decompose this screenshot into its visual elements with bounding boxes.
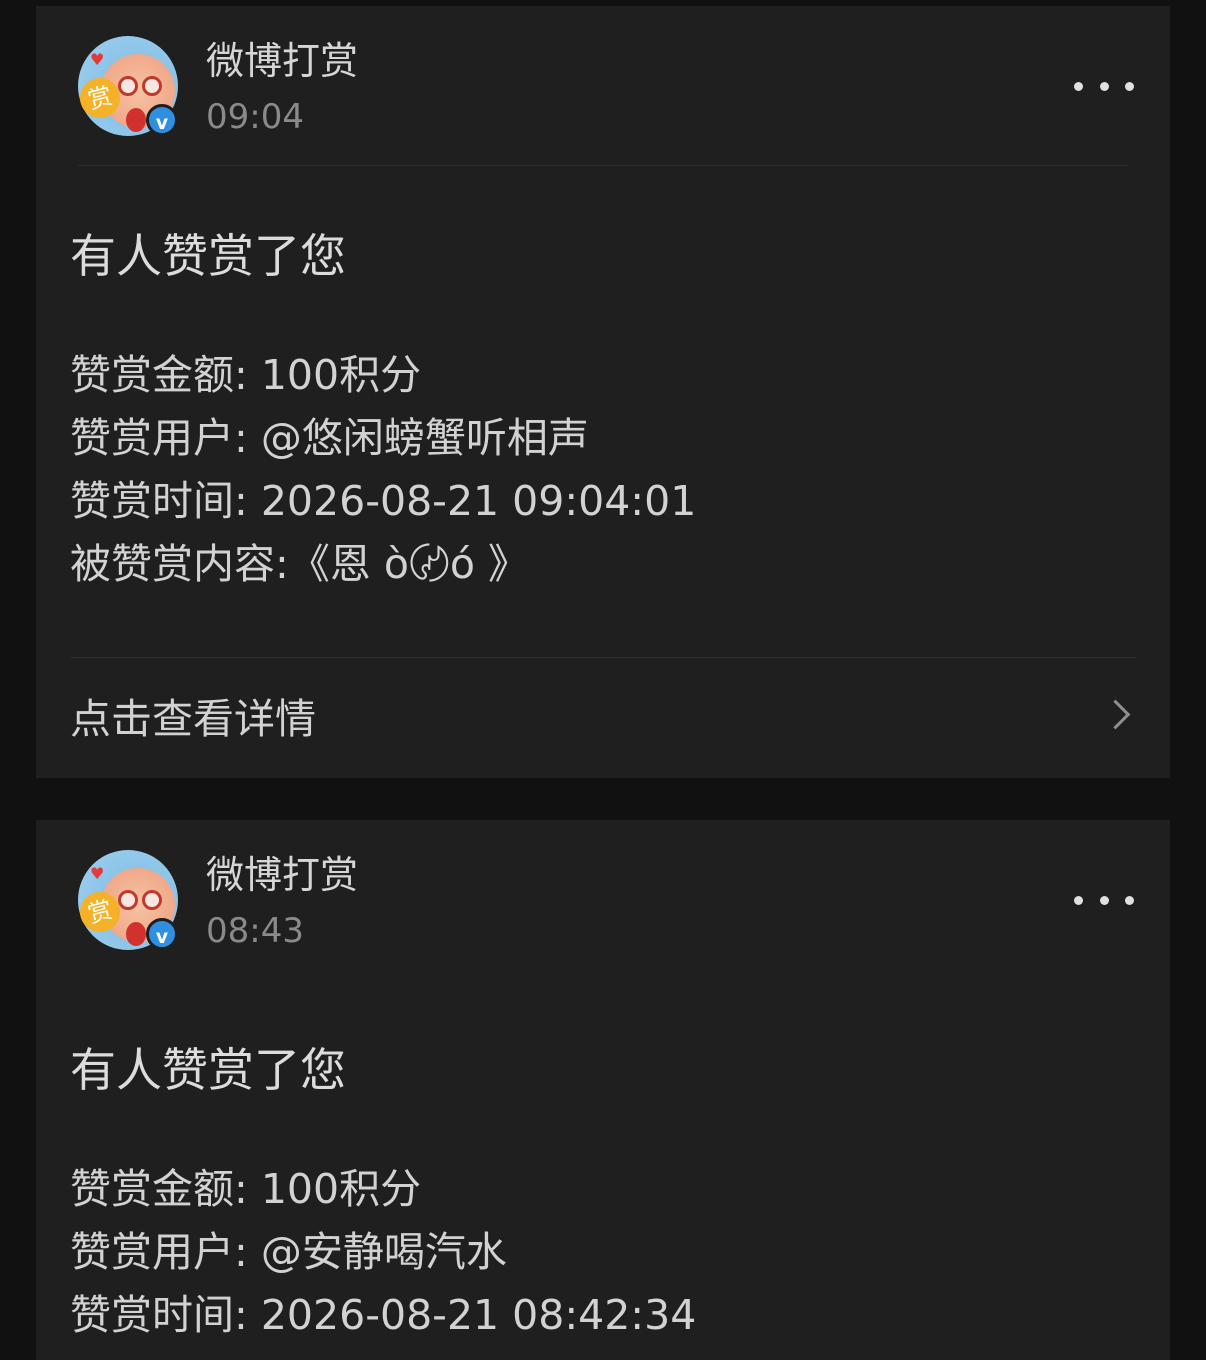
reward-amount: 赞赏金额: 100积分 <box>70 351 422 399</box>
more-dots-icon <box>1099 81 1109 91</box>
eye-icon <box>142 76 162 96</box>
reward-amount: 赞赏金额: 100积分 <box>70 1165 422 1213</box>
more-options-button[interactable] <box>1074 888 1134 912</box>
view-details-button[interactable]: 点击查看详情 <box>36 658 1170 778</box>
reward-details: 赞赏金额: 100积分 赞赏用户: @安静喝汽水 赞赏时间: 2026-08-2… <box>70 1158 696 1347</box>
reward-user: 赞赏用户: @安静喝汽水 <box>70 1228 507 1276</box>
more-dots-icon <box>1074 895 1083 905</box>
rewarded-content: 被赞赏内容:《恩 ò〄ó 》 <box>70 540 530 588</box>
notification-card: ♥ 赏 v 微博打赏 09:04 有人赞赏了您 赞赏金额: 100积分 赞赏用户… <box>36 6 1170 778</box>
heart-icon: ♥ <box>90 864 105 883</box>
chevron-right-icon <box>1100 699 1131 730</box>
more-dots-icon <box>1125 895 1134 905</box>
message-title: 有人赞赏了您 <box>70 1043 346 1097</box>
verified-badge-icon: v <box>146 918 178 950</box>
mouth-icon <box>126 922 146 946</box>
message-title: 有人赞赏了您 <box>70 229 346 283</box>
reward-time: 赞赏时间: 2026-08-21 08:42:34 <box>70 1291 697 1339</box>
eye-icon <box>118 76 138 96</box>
more-options-button[interactable] <box>1074 74 1134 98</box>
heart-icon: ♥ <box>90 50 105 69</box>
message-time: 09:04 <box>206 97 304 137</box>
eye-icon <box>118 890 138 910</box>
verified-badge-icon: v <box>146 104 178 136</box>
reward-details: 赞赏金额: 100积分 赞赏用户: @悠闲螃蟹听相声 赞赏时间: 2026-08… <box>70 344 696 596</box>
more-dots-icon <box>1074 81 1083 91</box>
reward-time: 赞赏时间: 2026-08-21 09:04:01 <box>70 477 697 525</box>
more-dots-icon <box>1125 81 1134 91</box>
reward-user: 赞赏用户: @悠闲螃蟹听相声 <box>70 414 589 462</box>
eye-icon <box>142 890 162 910</box>
sender-name[interactable]: 微博打赏 <box>206 852 358 898</box>
mouth-icon <box>126 108 146 132</box>
notification-card: ♥ 赏 v 微博打赏 08:43 有人赞赏了您 赞赏金额: 100积分 赞赏用户… <box>36 820 1170 1360</box>
header-divider <box>78 165 1128 166</box>
more-dots-icon <box>1099 895 1109 905</box>
sender-avatar[interactable]: ♥ 赏 v <box>75 850 178 950</box>
sender-name[interactable]: 微博打赏 <box>206 38 358 84</box>
view-details-label: 点击查看详情 <box>70 695 316 743</box>
message-time: 08:43 <box>206 911 304 951</box>
sender-avatar[interactable]: ♥ 赏 v <box>75 36 178 136</box>
